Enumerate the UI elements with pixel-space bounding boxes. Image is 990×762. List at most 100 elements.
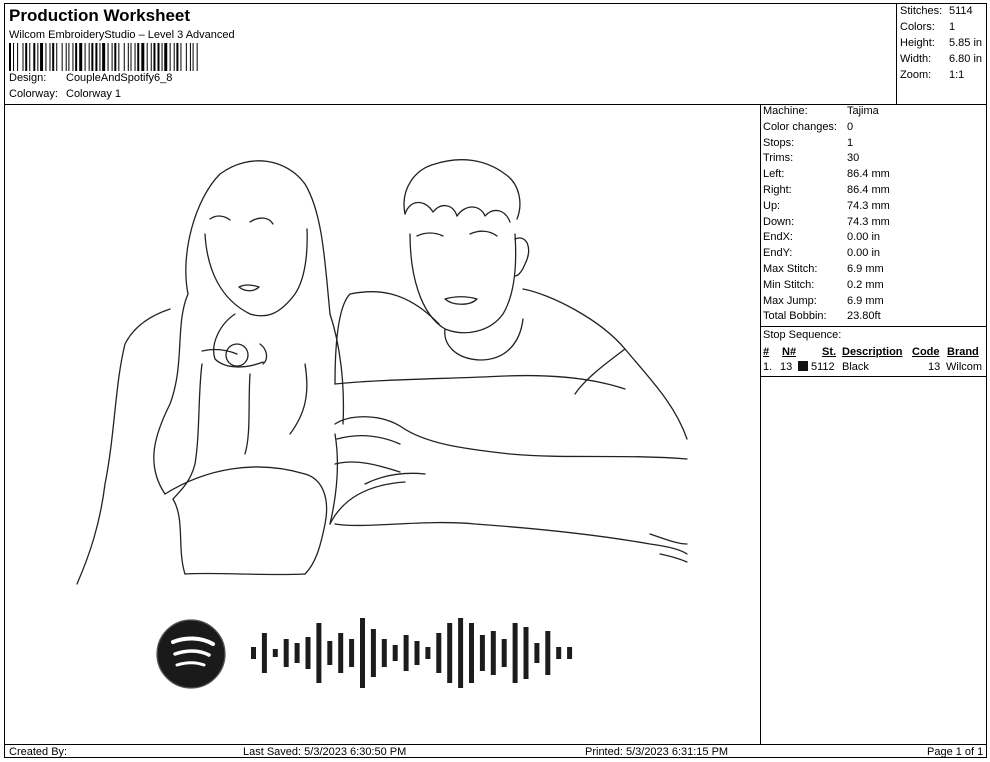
stop-brand: Wilcom [946, 361, 983, 373]
info-row: Machine: Tajima [763, 105, 879, 120]
info-row: Color changes: 0 [763, 121, 853, 136]
code-bar [381, 639, 387, 667]
code-bar [501, 639, 507, 667]
barcode-bar [65, 43, 67, 71]
page-number: Page 1 of 1 [927, 746, 984, 758]
software-name: Wilcom EmbroideryStudio – Level 3 Advanc… [9, 29, 235, 41]
info-label: Up: [763, 199, 781, 212]
barcode-bar [95, 43, 98, 71]
divider [760, 376, 987, 377]
barcode-bar [189, 43, 191, 71]
code-bar [458, 618, 464, 688]
barcode-bar [84, 43, 86, 71]
barcode-bar [49, 43, 51, 71]
barcode-bar [118, 43, 120, 71]
info-row: Trims: 30 [763, 152, 859, 167]
code-bar [316, 623, 322, 683]
info-value: 0.2 mm [847, 278, 884, 291]
barcode-bar [173, 43, 175, 71]
design-preview [5, 104, 761, 744]
barcode-bar [134, 43, 136, 71]
code-bar [479, 635, 485, 671]
info-row: Right: 86.4 mm [763, 184, 890, 199]
barcode-bar [17, 43, 19, 71]
col-header-brand: Brand [947, 346, 979, 358]
barcode-bar [107, 43, 109, 71]
barcode-bar [111, 43, 113, 71]
man-outline [329, 159, 688, 563]
code-bar [567, 647, 573, 659]
colorway-value: Colorway 1 [66, 88, 122, 100]
info-row: Total Bobbin: 23.80ft [763, 310, 881, 325]
info-row: Min Stitch: 0.2 mm [763, 279, 884, 294]
info-label: Right: [763, 184, 792, 196]
last-saved: Last Saved: 5/3/2023 6:30:50 PM [243, 746, 407, 758]
worksheet-frame: Production Worksheet Wilcom EmbroiderySt… [4, 3, 987, 758]
barcode-bar [176, 43, 179, 71]
barcode-bar [150, 43, 152, 71]
barcode-bar [75, 43, 78, 71]
woman-outline [76, 160, 345, 585]
machine-info-panel: Machine: Tajima Color changes: 0 Stops: 1 Trim… [760, 104, 987, 744]
code-bar [436, 633, 442, 673]
barcode-bar [40, 43, 44, 71]
barcode-bar [9, 43, 11, 71]
info-value: Tajima [847, 105, 879, 117]
code-bar [327, 641, 333, 665]
code-bar [414, 641, 420, 665]
info-value: 0 [847, 120, 854, 133]
embroidery-design [76, 159, 688, 689]
info-label: Trims: [763, 152, 794, 165]
col-header-description: Description [842, 346, 903, 358]
stat-row: Height: 5.85 in [900, 37, 983, 49]
barcode-bar [157, 43, 160, 71]
code-bar [545, 631, 551, 675]
stop-n: 13 [780, 361, 793, 373]
stop-num: 1. [763, 361, 773, 373]
info-value: 74.3 mm [847, 199, 890, 212]
stat-row: Width: 6.80 in [900, 53, 983, 65]
barcode-bar [102, 43, 106, 71]
info-value: 86.4 mm [847, 168, 890, 181]
info-value: 0.00 in [847, 231, 881, 244]
barcode-bar [185, 43, 187, 71]
barcode-bar [29, 43, 31, 71]
design-value: CoupleAndSpotify6_8 [66, 72, 173, 84]
barcode-bar [169, 43, 171, 71]
barcode-bar [130, 43, 132, 71]
code-bar [403, 635, 409, 671]
code-bar [305, 637, 311, 669]
barcode-bar [123, 43, 125, 71]
info-value: 6.9 mm [847, 294, 884, 307]
code-bar [261, 633, 267, 673]
stat-row: Stitches: 5114 [900, 5, 973, 17]
barcode-bar [164, 43, 168, 71]
page-title: Production Worksheet [9, 6, 191, 25]
colorway-label: Colorway: [9, 88, 58, 100]
code-bar [338, 633, 344, 673]
design-row: Design: CoupleAndSpotify6_8 [9, 72, 172, 84]
barcode-bar [146, 43, 148, 71]
barcode-bar [33, 43, 36, 71]
info-value: 30 [847, 152, 860, 165]
barcode-bar [141, 43, 145, 71]
code-bar [392, 645, 398, 661]
barcode-bar [13, 43, 15, 71]
code-bar [523, 627, 529, 679]
footer: Created By: Last Saved: 5/3/2023 6:30:50… [5, 744, 986, 759]
info-row: Max Jump: 6.9 mm [763, 295, 884, 310]
barcode [9, 43, 198, 71]
code-bar [349, 639, 355, 667]
stat-row: Zoom: 1:1 [900, 69, 965, 81]
barcode-bar [72, 43, 74, 71]
divider [760, 326, 987, 327]
barcode-bar [114, 43, 117, 71]
barcode-bar [127, 43, 129, 71]
barcode-bar [25, 43, 28, 71]
colorway-row: Colorway: Colorway 1 [9, 88, 121, 100]
col-header-code: Code [912, 346, 940, 358]
code-bar [556, 647, 562, 659]
barcode-bar [61, 43, 63, 71]
stop-description: Black [842, 361, 869, 373]
info-row: EndY: 0.00 in [763, 247, 880, 262]
